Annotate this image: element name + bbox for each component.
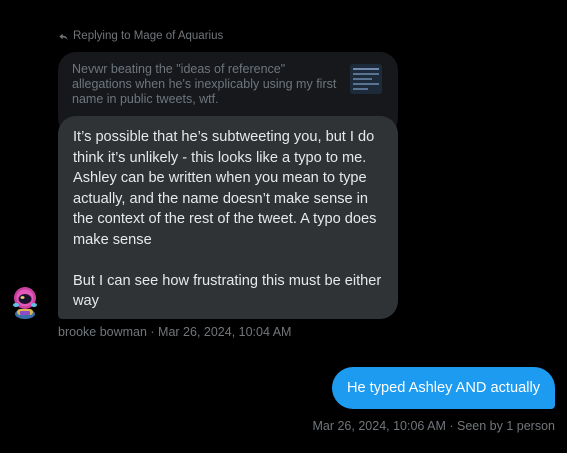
outgoing-message-bubble[interactable]: He typed Ashley AND actually: [331, 367, 555, 409]
incoming-message-meta: brooke bowman · Mar 26, 2024, 10:04 AM: [58, 325, 292, 339]
outgoing-message-meta: Mar 26, 2024, 10:06 AM · Seen by 1 perso…: [312, 419, 555, 433]
reply-arrow-icon: [58, 31, 69, 42]
reply-context-text: Replying to Mage of Aquarius: [73, 30, 224, 42]
quoted-message-text: Nevwr beating the "ideas of reference" a…: [72, 62, 337, 106]
reply-context[interactable]: Replying to Mage of Aquarius: [58, 28, 223, 44]
quoted-message-thumbnail: [350, 64, 382, 94]
astronaut-avatar-icon[interactable]: [8, 283, 42, 319]
incoming-message-bubble[interactable]: It’s possible that he’s subtweeting you,…: [58, 116, 398, 319]
